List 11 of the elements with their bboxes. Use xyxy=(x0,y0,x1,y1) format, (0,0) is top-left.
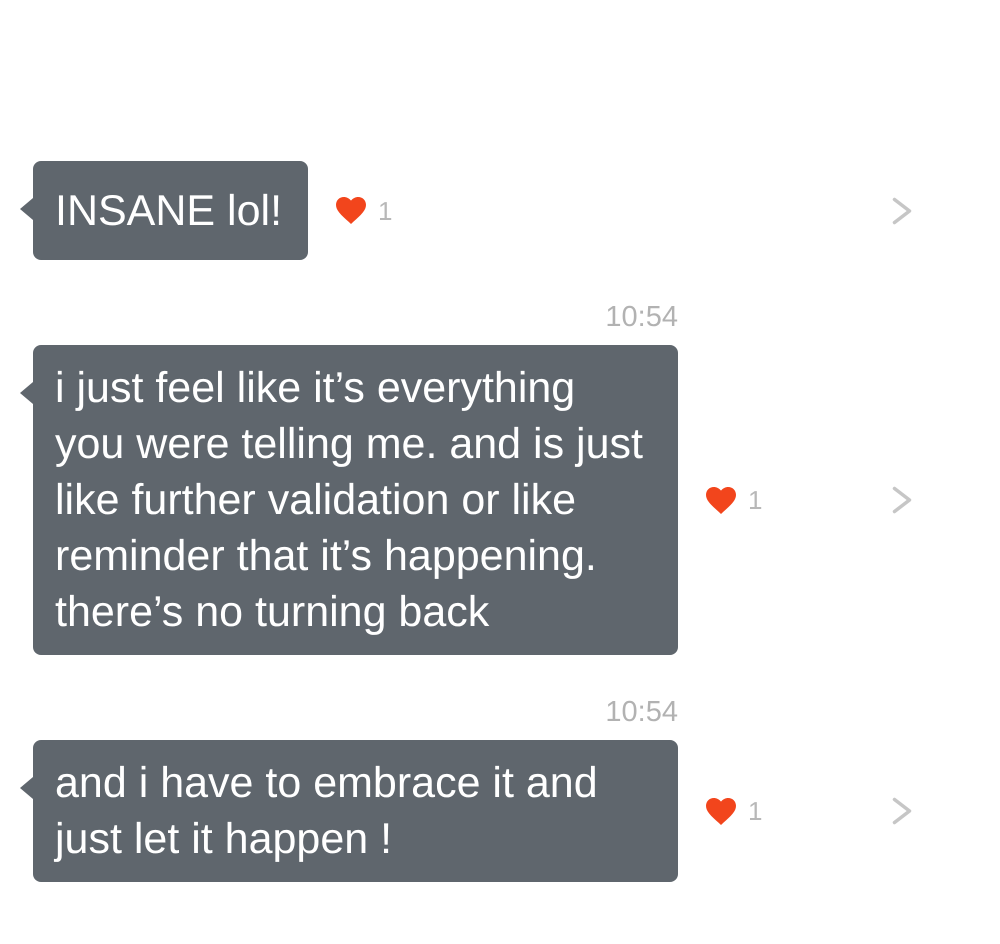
timestamp: 10:54 xyxy=(605,300,678,335)
chevron-right-icon xyxy=(892,486,912,514)
heart-icon xyxy=(336,197,366,224)
reaction-count: 1 xyxy=(748,485,762,515)
chevron-right-icon xyxy=(892,196,912,224)
chevron-right-icon xyxy=(892,797,912,825)
reaction-count: 1 xyxy=(748,796,762,826)
heart-icon xyxy=(706,798,736,824)
reaction-count: 1 xyxy=(378,196,392,226)
heart-icon xyxy=(706,486,736,514)
timestamp: 10:54 xyxy=(605,695,678,730)
